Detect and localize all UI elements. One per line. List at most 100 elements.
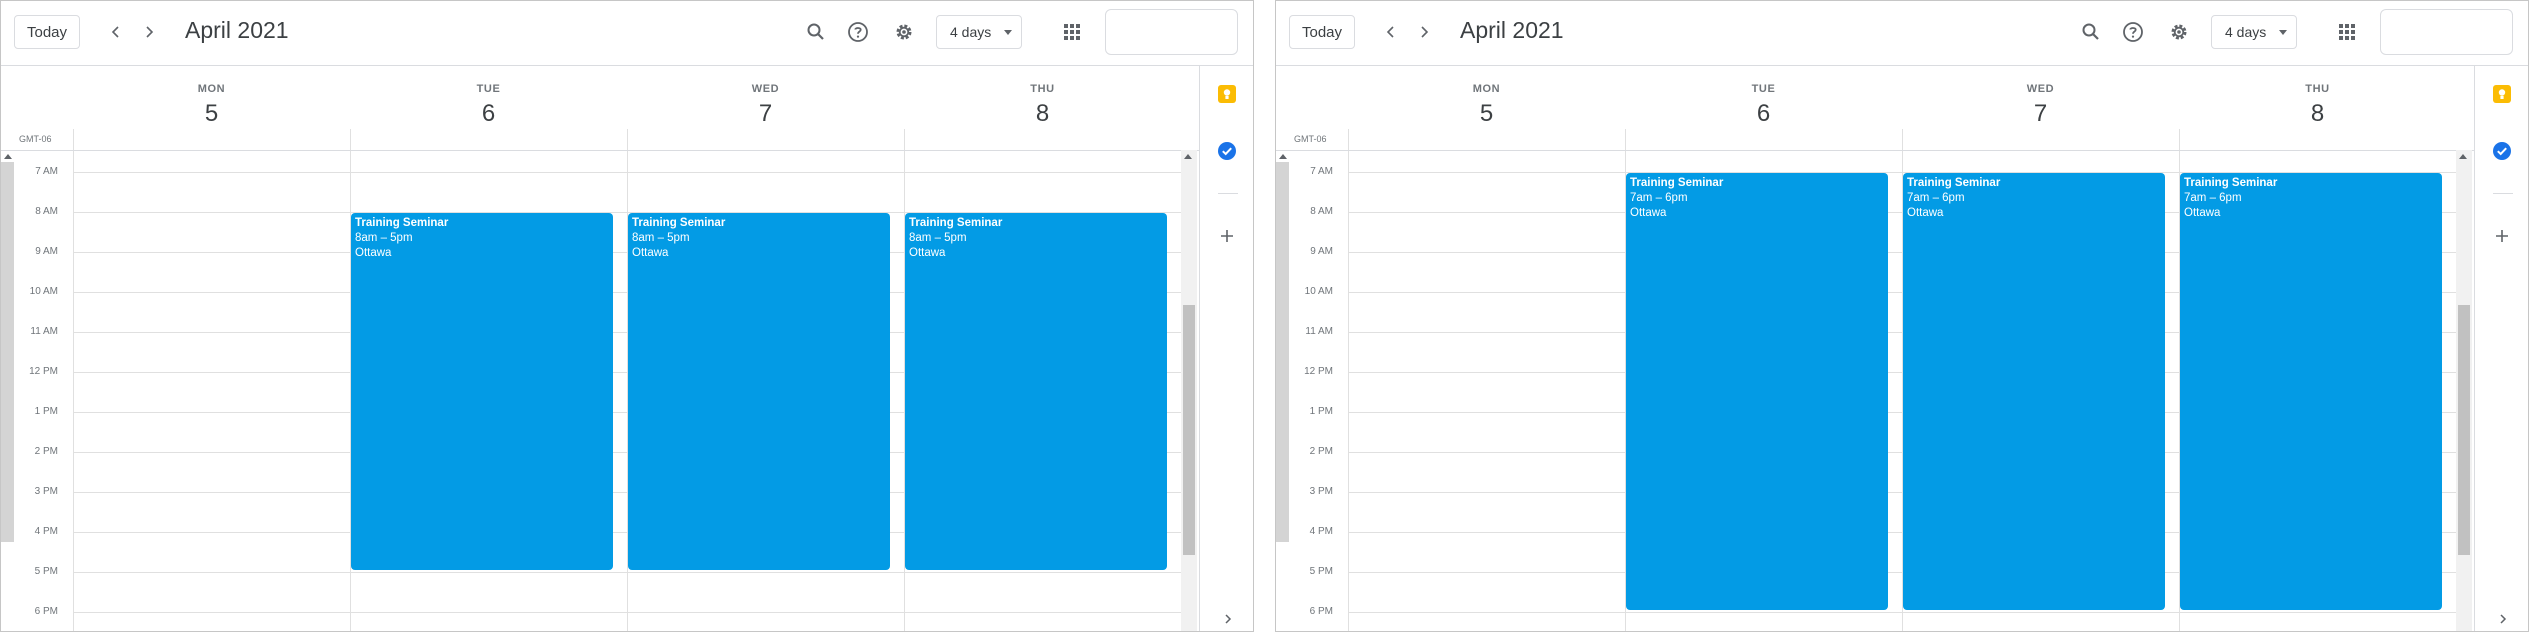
column-divider — [2179, 129, 2180, 151]
view-selector-label: 4 days — [2225, 24, 2267, 40]
hour-line — [1348, 612, 2466, 613]
calendar-header: Today April 2021 4 days — [1276, 1, 2528, 66]
event-block[interactable]: Training Seminar 7am – 6pm Ottawa — [1626, 173, 1888, 610]
scrollbar-thumb[interactable] — [1, 162, 14, 542]
side-panel — [2474, 65, 2528, 631]
event-time: 7am – 6pm — [1630, 192, 1688, 204]
event-block[interactable]: Training Seminar 8am – 5pm Ottawa — [628, 213, 890, 570]
event-title: Training Seminar — [1907, 177, 2001, 189]
scroll-up-arrow-icon[interactable] — [2459, 154, 2467, 159]
event-block[interactable]: Training Seminar 7am – 6pm Ottawa — [1903, 173, 2165, 610]
keep-icon[interactable] — [1216, 83, 1238, 105]
day-number[interactable]: 7 — [1902, 100, 2179, 128]
scrollbar-left[interactable] — [1276, 150, 1290, 631]
event-title: Training Seminar — [632, 217, 726, 229]
side-divider — [2493, 193, 2513, 194]
scrollbar-left[interactable] — [1, 150, 15, 631]
help-icon[interactable] — [2119, 18, 2147, 46]
event-title: Training Seminar — [909, 217, 1003, 229]
day-header-thu[interactable]: THU 8 — [904, 83, 1181, 128]
gear-icon[interactable] — [2165, 18, 2193, 46]
scroll-up-arrow-icon[interactable] — [1279, 154, 1287, 159]
column-divider — [1348, 151, 1349, 631]
tasks-icon[interactable] — [2491, 140, 2513, 162]
day-number[interactable]: 8 — [2179, 100, 2456, 128]
scrollbar-thumb[interactable] — [2458, 305, 2470, 555]
event-time: 8am – 5pm — [355, 232, 413, 244]
scrollbar-thumb[interactable] — [1183, 305, 1195, 555]
day-number[interactable]: 5 — [1348, 100, 1625, 128]
day-name: WED — [2026, 83, 2055, 95]
help-icon[interactable] — [844, 18, 872, 46]
keep-icon[interactable] — [2491, 83, 2513, 105]
event-time: 8am – 5pm — [632, 232, 690, 244]
event-location: Ottawa — [2184, 207, 2221, 219]
time-grid[interactable]: 7 AM 8 AM 9 AM 10 AM 11 AM 12 PM 1 PM 2 … — [1, 150, 1199, 631]
scroll-up-arrow-icon[interactable] — [4, 154, 12, 159]
day-number[interactable]: 5 — [73, 100, 350, 128]
scrollbar-right[interactable] — [2456, 150, 2472, 631]
view-selector[interactable]: 4 days — [2211, 15, 2297, 49]
chevron-right-icon[interactable] — [1220, 611, 1236, 627]
event-location: Ottawa — [909, 247, 946, 259]
chevron-left-icon[interactable] — [103, 19, 129, 45]
chevron-right-icon[interactable] — [136, 19, 162, 45]
side-panel — [1199, 65, 1253, 631]
event-block[interactable]: Training Seminar 8am – 5pm Ottawa — [351, 213, 613, 570]
hour-line — [73, 612, 1191, 613]
column-divider — [1348, 129, 1349, 151]
day-header-tue[interactable]: TUE 6 — [1625, 83, 1902, 128]
plus-icon[interactable] — [2491, 225, 2513, 247]
event-block[interactable]: Training Seminar 7am – 6pm Ottawa — [2180, 173, 2442, 610]
view-selector-label: 4 days — [950, 24, 992, 40]
side-divider — [1218, 193, 1238, 194]
day-header-mon[interactable]: MON 5 — [73, 83, 350, 128]
day-name: THU — [2305, 83, 2330, 95]
event-block[interactable]: Training Seminar 8am – 5pm Ottawa — [905, 213, 1167, 570]
gear-icon[interactable] — [890, 18, 918, 46]
day-header-wed[interactable]: WED 7 — [1902, 83, 2179, 128]
today-button[interactable]: Today — [1289, 15, 1355, 49]
scrollbar-right[interactable] — [1181, 150, 1197, 631]
column-divider — [73, 151, 74, 631]
caret-down-icon — [1004, 30, 1012, 35]
search-icon[interactable] — [802, 18, 830, 46]
month-title: April 2021 — [1460, 17, 1564, 43]
view-selector[interactable]: 4 days — [936, 15, 1022, 49]
today-button[interactable]: Today — [14, 15, 80, 49]
column-divider — [1902, 129, 1903, 151]
search-icon[interactable] — [2077, 18, 2105, 46]
calendar-panel-right: Today April 2021 4 days MON 5 TUE 6 WED … — [1275, 0, 2529, 632]
event-location: Ottawa — [1907, 207, 1944, 219]
account-area[interactable] — [2380, 9, 2513, 55]
day-header-tue[interactable]: TUE 6 — [350, 83, 627, 128]
column-divider — [904, 129, 905, 151]
day-header-wed[interactable]: WED 7 — [627, 83, 904, 128]
column-divider — [73, 129, 74, 151]
chevron-right-icon[interactable] — [2495, 611, 2511, 627]
day-name: THU — [1030, 83, 1055, 95]
scrollbar-thumb[interactable] — [1276, 162, 1289, 542]
day-header-thu[interactable]: THU 8 — [2179, 83, 2456, 128]
day-number[interactable]: 6 — [350, 100, 627, 128]
scroll-up-arrow-icon[interactable] — [1184, 154, 1192, 159]
hour-line — [73, 172, 1191, 173]
day-number[interactable]: 8 — [904, 100, 1181, 128]
day-name: MON — [197, 83, 226, 95]
event-time: 7am – 6pm — [1907, 192, 1965, 204]
tasks-icon[interactable] — [1216, 140, 1238, 162]
plus-icon[interactable] — [1216, 225, 1238, 247]
event-title: Training Seminar — [355, 217, 449, 229]
day-name: MON — [1472, 83, 1501, 95]
apps-grid-icon[interactable] — [1058, 18, 1086, 46]
day-number[interactable]: 7 — [627, 100, 904, 128]
time-grid[interactable]: 7 AM 8 AM 9 AM 10 AM 11 AM 12 PM 1 PM 2 … — [1276, 150, 2474, 631]
column-divider — [1625, 129, 1626, 151]
chevron-left-icon[interactable] — [1378, 19, 1404, 45]
day-header-mon[interactable]: MON 5 — [1348, 83, 1625, 128]
day-name: WED — [751, 83, 780, 95]
account-area[interactable] — [1105, 9, 1238, 55]
chevron-right-icon[interactable] — [1411, 19, 1437, 45]
apps-grid-icon[interactable] — [2333, 18, 2361, 46]
day-number[interactable]: 6 — [1625, 100, 1902, 128]
